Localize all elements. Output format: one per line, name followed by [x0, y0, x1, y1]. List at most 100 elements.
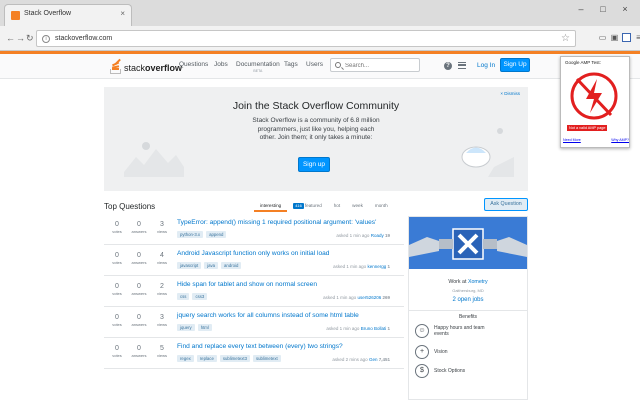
beta-badge: BETA — [253, 69, 263, 73]
tag[interactable]: sublimetext3 — [219, 355, 250, 362]
page-info-icon[interactable]: i — [42, 35, 50, 43]
dismiss-link[interactable]: × Dismiss — [500, 91, 520, 96]
user-link[interactable]: Bruno Bollati — [361, 326, 387, 331]
question-title-link[interactable]: Hide span for tablet and show on normal … — [177, 281, 317, 288]
answers-count: 0 answers — [131, 283, 147, 296]
tag[interactable]: css — [177, 293, 190, 300]
extension-icon[interactable]: ▣ — [610, 33, 619, 42]
tag[interactable]: css3 — [192, 293, 208, 300]
search-box — [330, 58, 420, 72]
company-banner-image — [409, 217, 527, 269]
browser-menu-icon[interactable]: ≡ — [634, 33, 640, 42]
signup-button[interactable]: Sign Up — [500, 58, 530, 72]
views-count: 3 views — [156, 221, 167, 234]
company-location: Gaithersburg, MD — [452, 288, 484, 293]
question-title-link[interactable]: Find and replace every text between (eve… — [177, 343, 343, 350]
featured-count-badge: 416 — [293, 203, 304, 209]
question-meta: asked 1 min ago user526206 269 — [323, 295, 390, 300]
ask-question-button[interactable]: Ask Question — [484, 198, 528, 211]
tab-hot[interactable]: hot — [328, 200, 346, 212]
reload-icon[interactable]: ↻ — [26, 33, 34, 44]
tag[interactable]: java — [204, 262, 219, 269]
question-row: 0 votes 0 answers 5 views Find and replace … — [104, 338, 404, 369]
hero-title: Join the Stack Overflow Community — [232, 100, 400, 112]
nav-documentation-label: Documentation — [236, 61, 280, 68]
question-filter-tabs: interesting 416 featured hot week month — [254, 200, 394, 212]
close-window-button[interactable]: × — [614, 2, 636, 16]
tag[interactable]: jquery — [177, 324, 195, 331]
tag[interactable]: regex — [177, 355, 194, 362]
user-link[interactable]: user526206 — [357, 295, 381, 300]
tag[interactable]: html — [197, 324, 212, 331]
browser-tab[interactable]: Stack Overflow × — [4, 4, 132, 26]
help-icon[interactable]: ? — [444, 62, 452, 70]
login-link[interactable]: Log In — [477, 62, 495, 69]
stackoverflow-logo-icon — [110, 58, 122, 74]
tab-featured-label: featured — [304, 203, 322, 208]
top-questions-title: Top Questions — [104, 202, 156, 211]
nav-tags[interactable]: Tags — [284, 61, 298, 68]
company-link[interactable]: Xometry — [468, 279, 488, 285]
hero-illustration-left — [124, 142, 184, 177]
question-meta: asked 1 min ago kennergg 1 — [333, 264, 390, 269]
address-bar[interactable]: i stackoverflow.com ☆ — [36, 30, 576, 47]
question-row: 0 votes 0 answers 4 views Android Javascrip… — [104, 245, 404, 276]
question-meta: asked 2 mins ago Gen 7,451 — [332, 357, 390, 362]
votes-count: 0 votes — [112, 283, 122, 296]
answers-count: 0 answers — [131, 221, 147, 234]
user-link[interactable]: kennergg — [367, 264, 386, 269]
nav-questions[interactable]: Questions — [179, 61, 208, 68]
question-tags: regex replace sublimetext3 sublimetext — [177, 355, 281, 362]
views-count: 3 views — [156, 314, 167, 327]
amp-test-popup: Google AMP Test: Not a valid AMP page Ne… — [560, 56, 630, 148]
job-ad[interactable]: Work at Xometry Gaithersburg, MD 2 open … — [408, 216, 528, 400]
company-line: Work at Xometry — [448, 279, 488, 285]
tab-close-icon[interactable]: × — [120, 9, 125, 18]
search-input[interactable] — [345, 61, 415, 70]
tag[interactable]: python-3.x — [177, 231, 204, 238]
open-jobs-link[interactable]: 2 open jobs — [409, 297, 527, 303]
benefit-item: ☺ Happy hours and team events — [415, 324, 494, 338]
tag[interactable]: replace — [196, 355, 217, 362]
views-count: 5 views — [156, 345, 167, 358]
why-amp-link[interactable]: Why AMP? — [611, 138, 629, 142]
question-title-link[interactable]: jquery search works for all columns inst… — [177, 312, 359, 319]
user-link[interactable]: Gen — [369, 357, 378, 362]
question-title-link[interactable]: TypeError: append() missing 1 required p… — [177, 219, 376, 226]
job-ad-banner — [409, 217, 527, 269]
site-logo[interactable]: stackoverflow — [110, 58, 182, 74]
question-row: 0 votes 0 answers 3 views TypeError: append… — [104, 214, 404, 245]
question-title-link[interactable]: Android Javascript function only works o… — [177, 250, 329, 257]
answers-count: 0 answers — [131, 252, 147, 265]
nav-documentation[interactable]: Documentation BETA — [236, 61, 280, 73]
amp-invalid-message: Not a valid AMP page — [567, 125, 608, 131]
tag[interactable]: sublimetext — [252, 355, 281, 362]
forward-arrow-icon[interactable]: → — [16, 33, 25, 43]
tab-interesting[interactable]: interesting — [254, 200, 288, 212]
tag[interactable]: append — [206, 231, 227, 238]
need-more-link[interactable]: Need More — [563, 138, 581, 142]
site-menu-icon[interactable] — [458, 62, 466, 69]
answers-count: 0 answers — [131, 314, 147, 327]
back-arrow-icon[interactable]: ← — [6, 33, 15, 43]
nav-jobs[interactable]: Jobs — [214, 61, 228, 68]
tab-week[interactable]: week — [346, 200, 369, 212]
tag[interactable]: javascript — [177, 262, 202, 269]
community-hero: × Dismiss Join the Stack Overflow Commun… — [104, 87, 528, 191]
bookmark-star-icon[interactable]: ☆ — [561, 33, 570, 44]
cast-icon[interactable]: ▭ — [598, 33, 607, 42]
maximize-button[interactable]: □ — [592, 2, 614, 16]
hero-signup-button[interactable]: Sign up — [298, 157, 330, 172]
url-text[interactable]: stackoverflow.com — [55, 35, 112, 42]
minimize-button[interactable]: – — [570, 2, 592, 16]
tab-month[interactable]: month — [369, 200, 394, 212]
amp-extension-icon[interactable] — [622, 33, 631, 42]
browser-tabstrip: Stack Overflow × – □ × — [0, 0, 640, 26]
plus-icon: + — [415, 345, 429, 359]
user-link[interactable]: Roady — [371, 233, 384, 238]
amp-invalid-icon — [570, 72, 618, 120]
tab-featured[interactable]: 416 featured — [287, 200, 328, 212]
answers-count: 0 answers — [131, 345, 147, 358]
tag[interactable]: android — [221, 262, 242, 269]
nav-users[interactable]: Users — [306, 61, 323, 68]
